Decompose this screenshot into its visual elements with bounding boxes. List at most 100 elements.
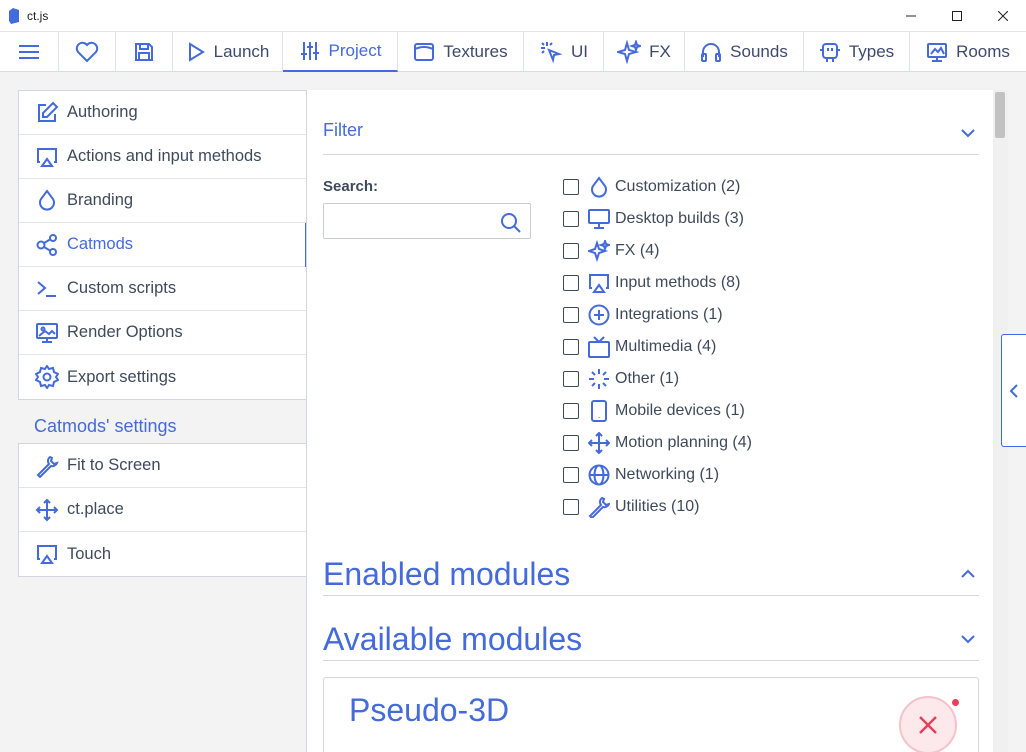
filter-header[interactable]: Filter — [323, 118, 979, 155]
tab-types[interactable]: Types — [804, 32, 910, 72]
sidebar-item-catmods[interactable]: Catmods — [19, 223, 307, 267]
loader-icon — [589, 369, 609, 389]
sidebar-item-touch[interactable]: Touch — [19, 532, 307, 576]
sidebar-item-label: ct.place — [67, 500, 124, 518]
ctjs-logo-icon — [9, 7, 19, 24]
tab-ui-label: UI — [571, 42, 588, 61]
tab-patrons[interactable] — [59, 32, 116, 72]
terminal-icon — [37, 280, 56, 297]
checkbox[interactable] — [563, 179, 579, 195]
share-nodes-icon — [36, 233, 57, 256]
edit-icon — [38, 101, 59, 122]
checkbox[interactable] — [563, 339, 579, 355]
tab-launch-label: Launch — [213, 42, 270, 61]
category-motion-planning[interactable]: Motion planning (4) — [562, 427, 752, 459]
docs-panel-toggle[interactable] — [1001, 334, 1026, 447]
sidebar-item-render-options[interactable]: Render Options — [19, 311, 307, 355]
main-tab-bar: Launch Project Textures UI FX Sounds Typ… — [0, 32, 1026, 72]
category-desktop-builds[interactable]: Desktop builds (3) — [562, 203, 752, 235]
checkbox[interactable] — [563, 307, 579, 323]
category-utilities[interactable]: Utilities (10) — [562, 491, 752, 523]
sidebar-item-label: Branding — [67, 191, 134, 209]
sidebar-item-label: Fit to Screen — [67, 456, 161, 474]
texture-icon — [414, 43, 435, 61]
category-label: Integrations (1) — [615, 306, 723, 323]
tab-project[interactable]: Project — [283, 32, 398, 72]
tab-save[interactable] — [116, 32, 173, 72]
tab-textures[interactable]: Textures — [398, 32, 524, 72]
chevron-left-icon — [1009, 383, 1018, 398]
checkbox[interactable] — [563, 403, 579, 419]
heart-icon — [75, 41, 99, 63]
sidebar-item-fit-to-screen[interactable]: Fit to Screen — [19, 444, 307, 488]
sidebar-item-branding[interactable]: Branding — [19, 179, 307, 223]
wrench-icon — [588, 496, 610, 518]
disable-module-button[interactable] — [899, 696, 957, 752]
save-icon — [135, 43, 153, 61]
catmods-settings-heading: Catmods' settings — [34, 416, 177, 436]
airplay-icon — [37, 147, 57, 167]
category-mobile-devices[interactable]: Mobile devices (1) — [562, 395, 752, 427]
droplet-icon — [591, 176, 607, 198]
close-button[interactable] — [980, 0, 1026, 32]
close-icon — [998, 11, 1008, 21]
category-networking[interactable]: Networking (1) — [562, 459, 752, 491]
sidebar-item-export-settings[interactable]: Export settings — [19, 355, 307, 399]
tab-project-label: Project — [328, 41, 382, 60]
menu-icon — [19, 45, 39, 59]
enabled-modules-header[interactable]: Enabled modules — [323, 556, 979, 596]
airplay-icon — [37, 545, 57, 564]
minimize-button[interactable] — [888, 0, 934, 32]
checkbox[interactable] — [563, 499, 579, 515]
checkbox[interactable] — [563, 275, 579, 291]
tab-menu[interactable] — [0, 32, 59, 72]
category-other[interactable]: Other (1) — [562, 363, 752, 395]
monitor-icon — [588, 209, 610, 229]
sidebar-item-actions[interactable]: Actions and input methods — [19, 135, 307, 179]
tab-ui[interactable]: UI — [524, 32, 604, 72]
module-card[interactable]: Pseudo-3D — [323, 677, 979, 752]
category-label: Utilities (10) — [615, 498, 700, 515]
cursor-icon — [541, 42, 563, 64]
category-input-methods[interactable]: Input methods (8) — [562, 267, 752, 299]
maximize-button[interactable] — [934, 0, 980, 32]
search-input[interactable] — [324, 204, 494, 238]
sidebar-item-label: Catmods — [67, 235, 134, 253]
tab-sounds[interactable]: Sounds — [685, 32, 804, 72]
scrollbar-thumb[interactable] — [995, 92, 1005, 138]
airplay-icon — [589, 274, 609, 293]
filter-title: Filter — [323, 120, 363, 140]
available-modules-header[interactable]: Available modules — [323, 621, 979, 661]
tab-fx[interactable]: FX — [604, 32, 685, 72]
project-settings-nav: Authoring Actions and input methods Bran… — [18, 90, 307, 400]
category-label: Networking (1) — [615, 466, 720, 483]
checkbox[interactable] — [563, 467, 579, 483]
category-integrations[interactable]: Integrations (1) — [562, 299, 752, 331]
category-label: Customization (2) — [615, 178, 741, 195]
sidebar-item-label: Custom scripts — [67, 279, 177, 297]
category-label: Other (1) — [615, 370, 680, 387]
checkbox[interactable] — [563, 211, 579, 227]
smartphone-icon — [591, 400, 607, 422]
sparkles-icon — [588, 240, 610, 262]
sidebar-item-custom-scripts[interactable]: Custom scripts — [19, 267, 307, 311]
checkbox[interactable] — [563, 435, 579, 451]
module-name: Pseudo-3D — [349, 692, 510, 728]
checkbox[interactable] — [563, 371, 579, 387]
tab-rooms[interactable]: Rooms — [910, 32, 1026, 72]
close-icon — [919, 716, 937, 734]
robot-icon — [819, 43, 840, 62]
category-multimedia[interactable]: Multimedia (4) — [562, 331, 752, 363]
move-icon — [35, 498, 59, 521]
sidebar-item-authoring[interactable]: Authoring — [19, 91, 307, 135]
gear-icon — [35, 365, 59, 389]
tab-fx-label: FX — [649, 42, 671, 61]
checkbox[interactable] — [563, 243, 579, 259]
category-fx[interactable]: FX (4) — [562, 235, 752, 267]
sidebar-item-label: Actions and input methods — [67, 147, 262, 165]
search-icon[interactable] — [500, 212, 522, 234]
tab-launch[interactable]: Launch — [173, 32, 283, 72]
search-field[interactable] — [323, 203, 531, 239]
category-customization[interactable]: Customization (2) — [562, 171, 752, 203]
sidebar-item-ct-place[interactable]: ct.place — [19, 488, 307, 532]
